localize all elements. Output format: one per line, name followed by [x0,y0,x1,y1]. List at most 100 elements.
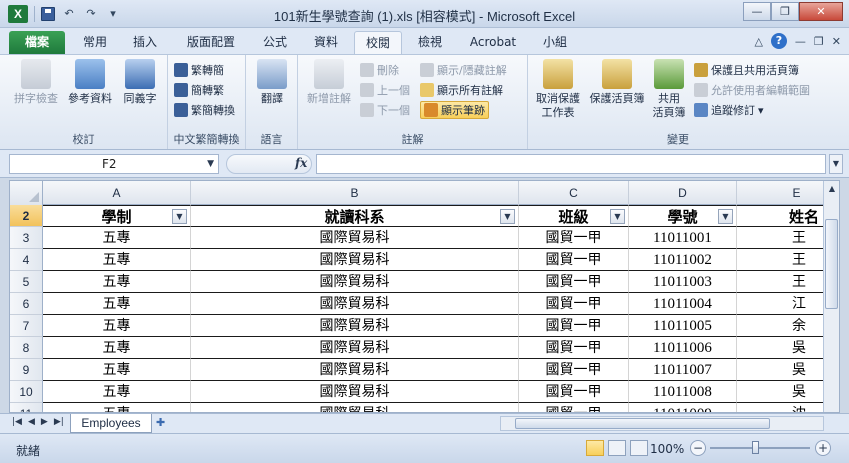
cell-class[interactable]: 國貿一甲 [519,271,629,293]
new-comment-button[interactable]: 新增註解 [302,59,356,106]
row-header[interactable]: 8 [10,337,43,359]
zoom-out-icon[interactable]: − [690,440,706,456]
cell-class[interactable]: 國貿一甲 [519,249,629,271]
cell-department[interactable]: 國際貿易科 [191,337,519,359]
worksheet-grid[interactable]: A B C D E 2 學制 ▼ 就讀科系 ▼ 班級 ▼ 學號 ▼ 姓名 3 五… [9,180,840,413]
cell-student-id[interactable]: 11011007 [629,359,737,381]
chinese-convert-button[interactable]: 繁簡轉換 [174,101,235,119]
scroll-up-icon[interactable]: ▲ [824,181,839,197]
unprotect-sheet-button[interactable]: 取消保護 工作表 [532,59,584,120]
cell-class[interactable]: 國貿一甲 [519,293,629,315]
row-header[interactable]: 9 [10,359,43,381]
formula-input[interactable] [316,154,826,174]
zoom-slider-thumb[interactable] [752,441,759,454]
cell-student-id[interactable]: 11011006 [629,337,737,359]
cell-student-id[interactable]: 11011008 [629,381,737,403]
cell-class[interactable]: 國貿一甲 [519,403,629,412]
page-break-view-icon[interactable] [630,440,648,456]
header-cell-class[interactable]: 班級 ▼ [519,205,629,227]
cell-department[interactable]: 國際貿易科 [191,403,519,412]
zoom-slider-track[interactable] [710,447,810,449]
show-hide-comment-button[interactable]: 顯示/隱藏註解 [420,61,507,79]
next-sheet-icon[interactable]: ▶ [41,417,48,427]
simp-to-trad-button[interactable]: 簡轉繁 [174,81,224,99]
protect-share-button[interactable]: 保護且共用活頁簿 [694,61,799,79]
page-layout-view-icon[interactable] [608,440,626,456]
thesaurus-button[interactable]: 同義字 [118,59,162,106]
row-header[interactable]: 7 [10,315,43,337]
tab-formulas[interactable]: 公式 [252,31,298,54]
horizontal-scroll-thumb[interactable] [515,418,770,429]
track-changes-dropdown-icon[interactable]: ▾ [758,104,764,117]
tab-acrobat[interactable]: Acrobat [460,31,526,54]
header-cell-department[interactable]: 就讀科系 ▼ [191,205,519,227]
cell-class[interactable]: 國貿一甲 [519,227,629,249]
allow-edit-ranges-button[interactable]: 允許使用者編輯範圍 [694,81,810,99]
filter-dropdown-icon[interactable]: ▼ [500,209,515,224]
cell-class[interactable]: 國貿一甲 [519,359,629,381]
header-cell-program[interactable]: 學制 ▼ [43,205,191,227]
research-button[interactable]: 參考資料 [64,59,116,106]
tab-file[interactable]: 檔案 [9,31,65,54]
doc-restore-icon[interactable]: ❐ [814,35,824,48]
header-cell-student-id[interactable]: 學號 ▼ [629,205,737,227]
first-sheet-icon[interactable]: |◀ [12,417,22,427]
cell-department[interactable]: 國際貿易科 [191,271,519,293]
show-ink-button[interactable]: 顯示筆跡 [420,101,489,119]
cell-program[interactable]: 五專 [43,293,191,315]
minimize-button[interactable]: — [743,2,771,21]
previous-comment-button[interactable]: 上一個 [360,81,410,99]
cell-program[interactable]: 五專 [43,359,191,381]
filter-dropdown-icon[interactable]: ▼ [172,209,187,224]
name-box-dropdown-icon[interactable]: ▼ [207,155,214,173]
sheet-tab-employees[interactable]: Employees [70,414,152,433]
tab-view[interactable]: 檢視 [407,31,453,54]
cell-program[interactable]: 五專 [43,403,191,412]
insert-sheet-icon[interactable]: ✚ [156,416,174,431]
close-button[interactable]: ✕ [799,2,843,21]
tab-review[interactable]: 校閱 [354,31,402,54]
expand-formula-bar-icon[interactable]: ▼ [829,154,843,174]
cell-department[interactable]: 國際貿易科 [191,315,519,337]
row-header[interactable]: 4 [10,249,43,271]
insert-function-icon[interactable]: fx [295,156,307,170]
filter-dropdown-icon[interactable]: ▼ [610,209,625,224]
cell-student-id[interactable]: 11011004 [629,293,737,315]
row-header[interactable]: 11 [10,403,43,412]
spell-check-button[interactable]: 拼字檢查 [12,59,60,106]
translate-button[interactable]: 翻譯 [252,59,292,106]
cell-class[interactable]: 國貿一甲 [519,315,629,337]
track-changes-button[interactable]: 追蹤修訂 ▾ [694,101,764,119]
row-header[interactable]: 10 [10,381,43,403]
normal-view-icon[interactable] [586,440,604,456]
name-box[interactable]: F2 ▼ [9,154,219,174]
column-header-c[interactable]: C [519,181,629,205]
cell-student-id[interactable]: 11011001 [629,227,737,249]
cell-student-id[interactable]: 11011005 [629,315,737,337]
row-header[interactable]: 3 [10,227,43,249]
zoom-in-icon[interactable]: + [815,440,831,456]
filter-dropdown-icon[interactable]: ▼ [718,209,733,224]
column-header-a[interactable]: A [43,181,191,205]
minimize-ribbon-icon[interactable]: △ [754,35,762,48]
select-all-corner[interactable] [10,181,43,205]
help-icon[interactable]: ? [770,33,787,49]
trad-to-simp-button[interactable]: 繁轉簡 [174,61,224,79]
doc-close-icon[interactable]: ✕ [832,35,841,48]
column-header-d[interactable]: D [629,181,737,205]
delete-comment-button[interactable]: 刪除 [360,61,399,79]
show-all-comments-button[interactable]: 顯示所有註解 [420,81,503,99]
protect-workbook-button[interactable]: 保護活頁簿 [586,59,648,106]
share-workbook-button[interactable]: 共用 活頁簿 [648,59,690,120]
prev-sheet-icon[interactable]: ◀ [28,417,35,427]
cell-program[interactable]: 五專 [43,315,191,337]
column-header-b[interactable]: B [191,181,519,205]
vertical-scroll-thumb[interactable] [825,219,838,309]
restore-button[interactable]: ❐ [771,2,799,21]
tab-page-layout[interactable]: 版面配置 [176,31,246,54]
cell-department[interactable]: 國際貿易科 [191,293,519,315]
doc-minimize-icon[interactable]: — [795,35,806,48]
tab-insert[interactable]: 插入 [122,31,168,54]
cell-program[interactable]: 五專 [43,249,191,271]
cell-class[interactable]: 國貿一甲 [519,381,629,403]
